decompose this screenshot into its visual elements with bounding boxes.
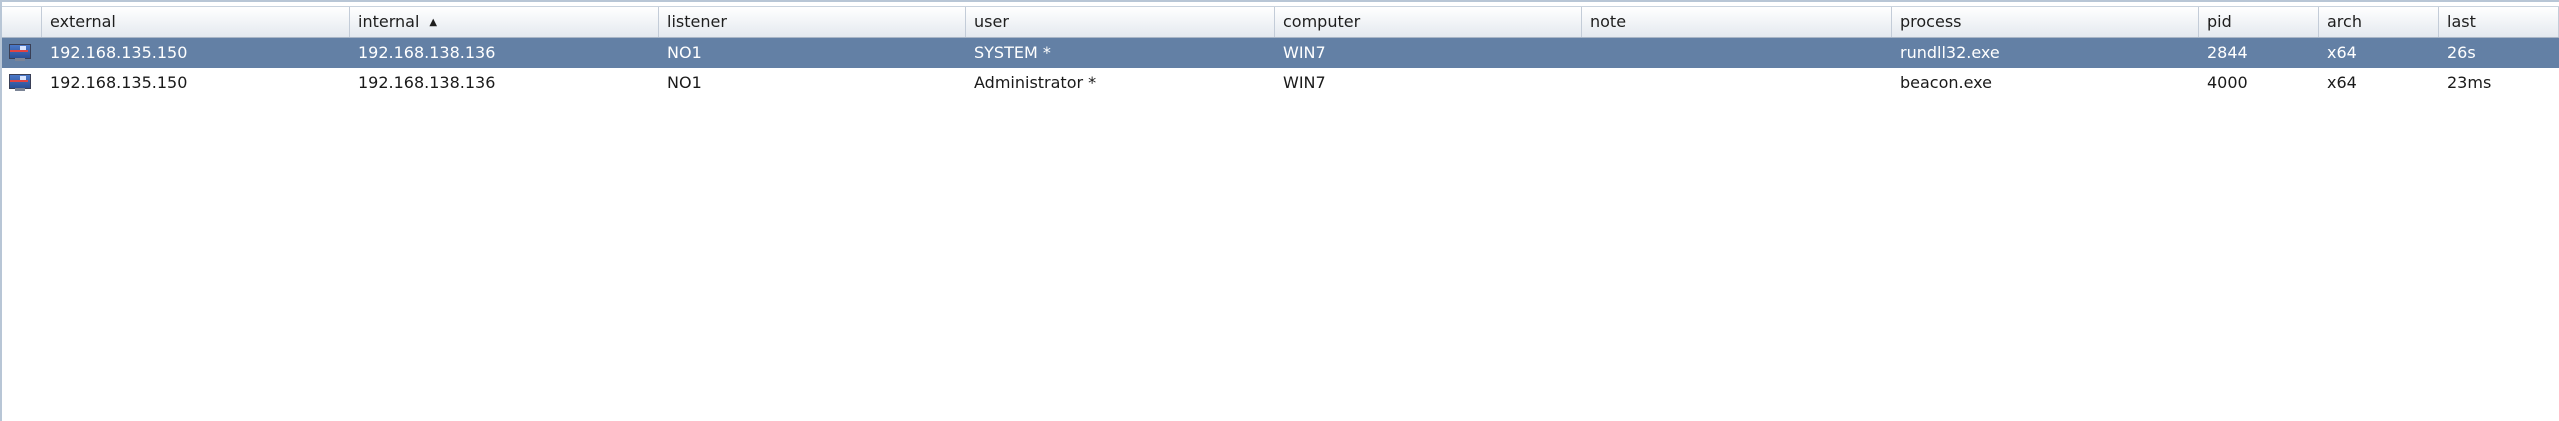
cell-last: 23ms xyxy=(2447,73,2492,92)
cell-internal: 192.168.138.136 xyxy=(358,73,496,92)
cell-note xyxy=(1582,68,1892,98)
sort-ascending-icon: ▲ xyxy=(429,17,438,28)
column-header-internal[interactable]: internal ▲ xyxy=(350,7,659,37)
column-header-label: internal xyxy=(358,12,420,31)
column-header-process[interactable]: process xyxy=(1892,7,2199,37)
table-row[interactable]: 192.168.135.150 192.168.138.136 NO1 Admi… xyxy=(2,68,2559,98)
column-header-label: process xyxy=(1900,12,1962,31)
beacon-monitor-icon xyxy=(2,38,42,68)
column-header-pid[interactable]: pid xyxy=(2199,7,2319,37)
column-header-note[interactable]: note xyxy=(1582,7,1892,37)
cell-process: rundll32.exe xyxy=(1900,43,2000,62)
column-header-computer[interactable]: computer xyxy=(1275,7,1582,37)
column-header-user[interactable]: user xyxy=(966,7,1275,37)
cell-user: Administrator * xyxy=(974,73,1097,92)
column-header-listener[interactable]: listener xyxy=(659,7,966,37)
beacon-monitor-icon xyxy=(2,68,42,98)
cell-computer: WIN7 xyxy=(1283,73,1326,92)
cell-internal: 192.168.138.136 xyxy=(358,43,496,62)
column-header-last[interactable]: last xyxy=(2439,7,2559,37)
beacons-table[interactable]: external internal ▲ listener user compute… xyxy=(2,6,2559,98)
column-header-label: note xyxy=(1590,12,1627,31)
column-header-icon[interactable] xyxy=(2,7,42,37)
table-row[interactable]: 192.168.135.150 192.168.138.136 NO1 SYST… xyxy=(2,38,2559,68)
table-header: external internal ▲ listener user compute… xyxy=(2,6,2559,38)
cell-user: SYSTEM * xyxy=(974,43,1051,62)
column-header-label: arch xyxy=(2327,12,2362,31)
cell-process: beacon.exe xyxy=(1900,73,1992,92)
column-header-label: computer xyxy=(1283,12,1361,31)
cell-arch: x64 xyxy=(2327,43,2357,62)
column-header-arch[interactable]: arch xyxy=(2319,7,2439,37)
cell-pid: 4000 xyxy=(2207,73,2248,92)
column-header-label: last xyxy=(2447,12,2476,31)
cell-note xyxy=(1582,38,1892,68)
cell-computer: WIN7 xyxy=(1283,43,1326,62)
column-header-label: external xyxy=(50,12,116,31)
cell-pid: 2844 xyxy=(2207,43,2248,62)
cell-listener: NO1 xyxy=(667,73,702,92)
cell-arch: x64 xyxy=(2327,73,2357,92)
column-header-external[interactable]: external xyxy=(42,7,350,37)
cell-external: 192.168.135.150 xyxy=(50,43,188,62)
beacons-window: external internal ▲ listener user compute… xyxy=(0,0,2559,421)
column-header-label: listener xyxy=(667,12,727,31)
cell-last: 26s xyxy=(2447,43,2476,62)
cell-listener: NO1 xyxy=(667,43,702,62)
column-header-label: pid xyxy=(2207,12,2232,31)
cell-external: 192.168.135.150 xyxy=(50,73,188,92)
column-header-label: user xyxy=(974,12,1009,31)
